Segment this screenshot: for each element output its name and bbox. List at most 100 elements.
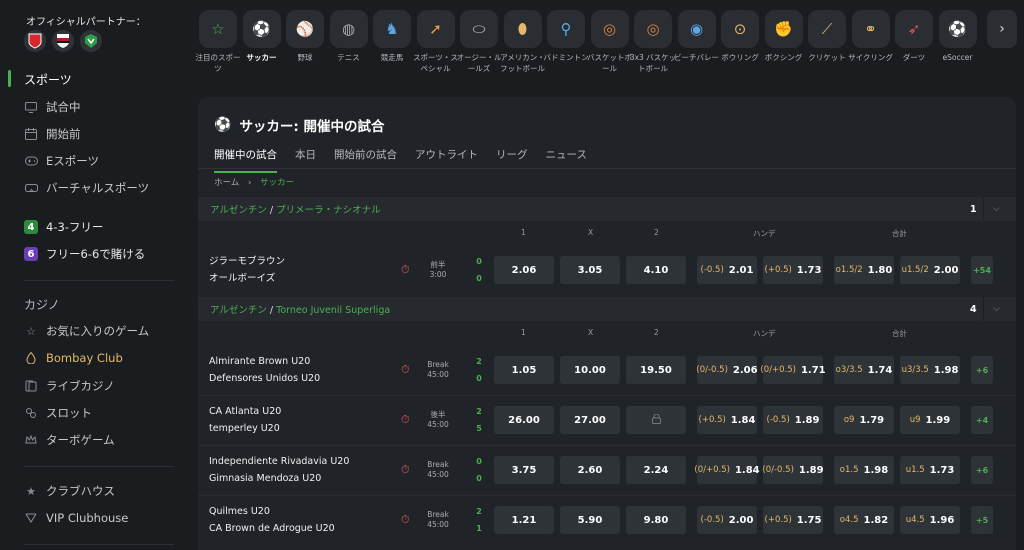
partner-logo-southampton[interactable] <box>24 30 46 52</box>
tab-upcoming[interactable]: 開始前の試合 <box>334 147 397 173</box>
sport-american-football[interactable]: ⬮ アメリカン・フットボール <box>500 10 545 74</box>
more-markets-button[interactable]: +6 <box>971 356 993 384</box>
sport-volleyball[interactable]: ◉ ビーチバレー <box>674 10 719 63</box>
odds-away[interactable]: 19.50 <box>626 356 686 384</box>
sport-boxing[interactable]: ✊ ボクシング <box>764 10 804 63</box>
odds-handicap-away[interactable]: (+0.5) 1.75 <box>763 506 823 534</box>
odds-away[interactable]: 4.10 <box>626 256 686 284</box>
odds-handicap-home[interactable]: (-0.5) 2.00 <box>697 506 757 534</box>
sport-soccer[interactable]: ⚽ サッカー <box>242 10 282 63</box>
tab-today[interactable]: 本日 <box>295 147 316 173</box>
odds-home[interactable]: 2.06 <box>494 256 554 284</box>
sport-tennis[interactable]: ◍ テニス <box>329 10 369 63</box>
breadcrumb-home[interactable]: ホーム <box>214 178 239 188</box>
sport-rocket[interactable]: ➚ スポーツ・スペシャル <box>413 10 458 74</box>
partner-logo-green-club[interactable] <box>80 30 102 52</box>
sidebar-item-upcoming[interactable]: 開始前 <box>24 126 81 142</box>
odds-draw[interactable]: 27.00 <box>560 406 620 434</box>
odds-total-under[interactable]: u1.5/2 2.00 <box>900 256 960 284</box>
odds-total-over[interactable]: o3/3.5 1.74 <box>834 356 894 384</box>
sport-horse-racing[interactable]: ♞ 競走馬 <box>372 10 412 63</box>
more-markets-button[interactable]: +54 <box>971 256 993 284</box>
sport-aussie-rules[interactable]: ⬭ オージー・ルールズ <box>457 10 501 74</box>
odds-away[interactable]: 2.24 <box>626 456 686 484</box>
sport-star[interactable]: ☆ 注目のスポーツ <box>196 10 241 74</box>
sidebar-item-turbo-games[interactable]: ターボゲーム <box>24 432 115 448</box>
odds-total-under[interactable]: u1.5 1.73 <box>900 456 960 484</box>
league-name[interactable]: アルゼンチン / プリメーラ・ナシオナル <box>210 202 381 216</box>
match-row[interactable]: Independiente Rivadavia U20 Gimnasia Mend… <box>198 445 1016 495</box>
tab-live[interactable]: 開催中の試合 <box>214 147 277 173</box>
odds-total-over[interactable]: o9 1.79 <box>834 406 894 434</box>
sidebar-item-slots[interactable]: スロット <box>24 405 92 421</box>
odds-draw[interactable]: 5.90 <box>560 506 620 534</box>
sidebar-item-favorites[interactable]: ☆ お気に入りのゲーム <box>24 323 149 339</box>
odds-total-under[interactable]: u9 1.99 <box>900 406 960 434</box>
odds-total-under[interactable]: u3/3.5 1.98 <box>900 356 960 384</box>
odds-handicap-home[interactable]: (0/+0.5) 1.84 <box>694 456 760 484</box>
sidebar-item-esports[interactable]: Eスポーツ <box>24 153 99 169</box>
sport-cycling[interactable]: ⚭ サイクリング <box>848 10 893 63</box>
odds-total-over[interactable]: o1.5/2 1.80 <box>834 256 894 284</box>
scroll-right-button[interactable]: › <box>987 10 1017 48</box>
odds-draw[interactable]: 10.00 <box>560 356 620 384</box>
odds-home[interactable]: 1.21 <box>494 506 554 534</box>
league-name[interactable]: アルゼンチン / Torneo Juvenil Superliga <box>210 302 390 316</box>
chevron-down-icon[interactable]: ⌵ <box>983 297 1009 321</box>
odds-handicap-away[interactable]: (0/+0.5) 1.71 <box>760 356 826 384</box>
sport-basketball[interactable]: ◎ バスケットボール <box>587 10 632 74</box>
sport-esoccer[interactable]: ⚽ eSoccer <box>938 10 978 63</box>
sidebar-item-virtual[interactable]: バーチャルスポーツ <box>24 180 149 196</box>
match-teams[interactable]: Almirante Brown U20 Defensores Unidos U20 <box>209 353 320 387</box>
match-teams[interactable]: CA Atlanta U20 temperley U20 <box>209 403 281 437</box>
sidebar-item-bombay-club[interactable]: Bombay Club <box>24 351 123 365</box>
odd-value: 1.75 <box>796 514 822 526</box>
odds-draw[interactable]: 2.60 <box>560 456 620 484</box>
tab-leagues[interactable]: リーグ <box>496 147 528 173</box>
sidebar-promo-6-6[interactable]: 6 フリー6-6で賭ける <box>24 246 145 262</box>
sport-basketball-3x3[interactable]: ◎ 3x3 バスケットボール <box>630 10 676 74</box>
chevron-down-icon[interactable]: ⌵ <box>983 197 1009 221</box>
odds-home[interactable]: 3.75 <box>494 456 554 484</box>
sidebar-item-live-casino[interactable]: ライブカジノ <box>24 378 115 394</box>
sidebar-item-clubhouse[interactable]: ★ クラブハウス <box>24 483 115 499</box>
match-row[interactable]: Almirante Brown U20 Defensores Unidos U20… <box>198 345 1016 395</box>
sport-cricket[interactable]: ⟋ クリケット <box>807 10 847 63</box>
match-teams[interactable]: Independiente Rivadavia U20 Gimnasia Mend… <box>209 453 349 487</box>
sport-badminton[interactable]: ⚲ バドミントン <box>543 10 589 63</box>
sidebar-promo-4-3[interactable]: 4 4-3-フリー <box>24 219 103 235</box>
odds-handicap-away[interactable]: (-0.5) 1.89 <box>763 406 823 434</box>
odds-handicap-away[interactable]: (+0.5) 1.73 <box>763 256 823 284</box>
sidebar-sports-heading[interactable]: スポーツ <box>24 71 72 88</box>
sidebar-item-vip-clubhouse[interactable]: VIP Clubhouse <box>24 511 128 525</box>
match-row[interactable]: CA Atlanta U20 temperley U20 ⏱ 後半 45:00 2 5 26.… <box>198 395 1016 445</box>
partner-logo-sao-paulo[interactable] <box>52 30 74 52</box>
sidebar-item-live[interactable]: 試合中 <box>24 99 81 115</box>
more-markets-button[interactable]: +6 <box>971 456 993 484</box>
odds-handicap-home[interactable]: (-0.5) 2.01 <box>697 256 757 284</box>
more-markets-button[interactable]: +4 <box>971 406 993 434</box>
odds-total-under[interactable]: u4.5 1.96 <box>900 506 960 534</box>
odds-away[interactable]: 9.80 <box>626 506 686 534</box>
odds-handicap-home[interactable]: (0/-0.5) 2.06 <box>696 356 758 384</box>
odds-home[interactable]: 26.00 <box>494 406 554 434</box>
odds-draw[interactable]: 3.05 <box>560 256 620 284</box>
match-row[interactable]: ジラーモブラウン オールボーイズ ⏱ 前半 3:00 0 0 2.06 3.05 4.10 (-0.… <box>198 245 1016 295</box>
odds-total-over[interactable]: o4.5 1.82 <box>834 506 894 534</box>
sport-bowling[interactable]: ⊙ ボウリング <box>720 10 760 63</box>
odds-total-over[interactable]: o1.5 1.98 <box>834 456 894 484</box>
sidebar-casino-heading[interactable]: カジノ <box>24 296 60 313</box>
sport-baseball[interactable]: ⚾ 野球 <box>285 10 325 63</box>
odds-handicap-away[interactable]: (0/-0.5) 1.89 <box>762 456 824 484</box>
league-header[interactable]: アルゼンチン / Torneo Juvenil Superliga 4 ⌵ <box>198 297 1016 321</box>
tab-news[interactable]: ニュース <box>546 147 587 173</box>
match-row[interactable]: Quilmes U20 CA Brown de Adrogue U20 ⏱ Break… <box>198 495 1016 545</box>
odds-handicap-home[interactable]: (+0.5) 1.84 <box>697 406 757 434</box>
league-header[interactable]: アルゼンチン / プリメーラ・ナシオナル 1 ⌵ <box>198 197 1016 221</box>
match-teams[interactable]: Quilmes U20 CA Brown de Adrogue U20 <box>209 503 335 537</box>
sport-darts[interactable]: ➶ ダーツ <box>894 10 934 63</box>
odds-home[interactable]: 1.05 <box>494 356 554 384</box>
match-teams[interactable]: ジラーモブラウン オールボーイズ <box>209 253 285 287</box>
tab-outright[interactable]: アウトライト <box>415 147 478 173</box>
more-markets-button[interactable]: +5 <box>971 506 993 534</box>
